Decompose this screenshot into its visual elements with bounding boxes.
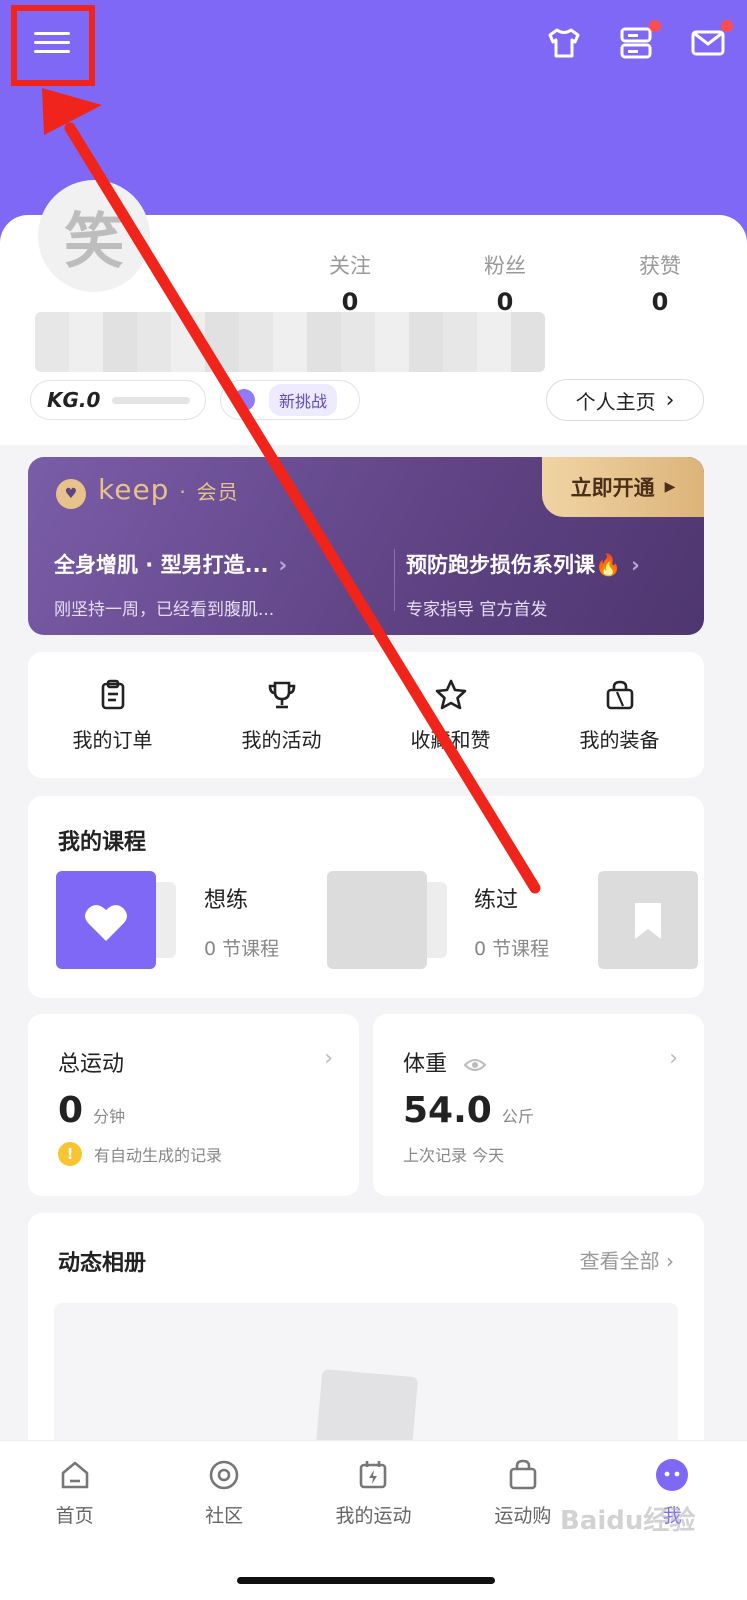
heart-icon (85, 904, 127, 941)
vip-open-button[interactable]: 立即开通 ▶ (542, 457, 704, 517)
home-indicator (237, 1577, 495, 1584)
album-card: 动态相册 查看全部 › (28, 1213, 704, 1473)
warning-icon: ! (58, 1142, 82, 1166)
view-all-link[interactable]: 查看全部 › (580, 1245, 674, 1274)
bag-icon (606, 680, 633, 709)
my-courses-card: 我的课程 想练 0 节课程 练过 0 节课程 (28, 796, 704, 998)
vip-course-1[interactable]: 全身增肌 · 型男打造... › 刚坚持一周，已经看到腹肌... (54, 549, 344, 620)
chevron-right-icon: › (666, 1249, 674, 1273)
menu-icon (34, 32, 70, 35)
eye-icon[interactable] (464, 1057, 487, 1073)
course-name[interactable]: 练过 (474, 882, 518, 914)
shopping-bag-icon (509, 1459, 537, 1490)
calendar-bolt-icon (360, 1461, 387, 1489)
top-actions (545, 20, 733, 62)
play-triangle-icon: ▶ (664, 479, 676, 495)
equipment-button[interactable]: 我的装备 (550, 678, 690, 753)
vip-heart-icon: ♥ (56, 479, 86, 509)
chevron-right-icon: › (278, 553, 288, 577)
me-icon (656, 1459, 689, 1491)
vip-brand: keep · 会员 (98, 473, 239, 506)
activities-button[interactable]: 我的活动 (212, 678, 352, 753)
kg-level: KG.0 (47, 388, 101, 412)
mail-icon[interactable] (689, 20, 733, 62)
menu-button[interactable] (30, 26, 74, 62)
challenge-icon (233, 389, 255, 411)
bookmark-icon (635, 903, 661, 939)
clipboard-icon (101, 679, 124, 709)
course-count: 0 节课程 (474, 938, 550, 960)
chevron-right-icon: › (631, 553, 640, 577)
notification-dot (721, 20, 733, 32)
course-name[interactable]: 想练 (204, 882, 248, 914)
divider (394, 549, 395, 611)
total-exercise-card[interactable]: 总运动 › 0 分钟 ! 有自动生成的记录 (28, 1014, 359, 1196)
home-icon (61, 1461, 88, 1489)
watermark: Baidu经验 (560, 1506, 696, 1536)
homepage-label: 个人主页 (575, 389, 656, 414)
quick-actions: 我的订单 我的活动 收藏和赞 我的装备 (28, 652, 704, 778)
favorites-button[interactable]: 收藏和赞 (381, 678, 521, 753)
stat-following[interactable]: 关注 0 (290, 250, 410, 316)
outfit-icon[interactable] (545, 24, 583, 62)
exercise-value: 0 (58, 1090, 84, 1131)
tab-home[interactable]: 首页 (15, 1457, 135, 1600)
star-icon (435, 679, 466, 709)
trained-thumb[interactable] (327, 871, 427, 969)
profile-stats: 关注 0 粉丝 0 获赞 0 (290, 250, 720, 316)
album-title: 动态相册 (58, 1251, 147, 1276)
avatar[interactable]: 笑 (38, 180, 150, 292)
vip-course-2[interactable]: 预防跑步损伤系列课🔥 › 专家指导 官方首发 (406, 549, 696, 620)
community-icon (209, 1460, 239, 1490)
notification-dot (649, 20, 661, 32)
weight-value: 54.0 (403, 1090, 492, 1131)
challenge-label: 新挑战 (269, 384, 338, 416)
stat-likes[interactable]: 获赞 0 (600, 250, 720, 316)
trophy-icon (268, 681, 295, 708)
challenge-pill[interactable]: 新挑战 (220, 380, 360, 420)
stat-followers[interactable]: 粉丝 0 (445, 250, 565, 316)
chevron-right-icon: › (665, 387, 675, 413)
blurred-username (35, 312, 545, 372)
chevron-right-icon: › (669, 1046, 678, 1071)
kg-progress-bar (112, 396, 191, 404)
storage-icon[interactable] (617, 20, 661, 62)
courses-title: 我的课程 (58, 830, 147, 855)
want-to-train-thumb[interactable] (56, 871, 156, 969)
weight-card[interactable]: 体重 › 54.0 公斤 上次记录 今天 (373, 1014, 704, 1196)
chevron-right-icon: › (324, 1046, 333, 1071)
homepage-button[interactable]: 个人主页 › (546, 379, 704, 421)
saved-thumb[interactable] (598, 871, 698, 969)
course-count: 0 节课程 (204, 938, 280, 960)
orders-button[interactable]: 我的订单 (43, 678, 183, 753)
vip-card[interactable]: ♥ keep · 会员 立即开通 ▶ 全身增肌 · 型男打造... › 刚坚持一周… (28, 457, 704, 635)
kg-level-pill[interactable]: KG.0 (30, 380, 206, 420)
